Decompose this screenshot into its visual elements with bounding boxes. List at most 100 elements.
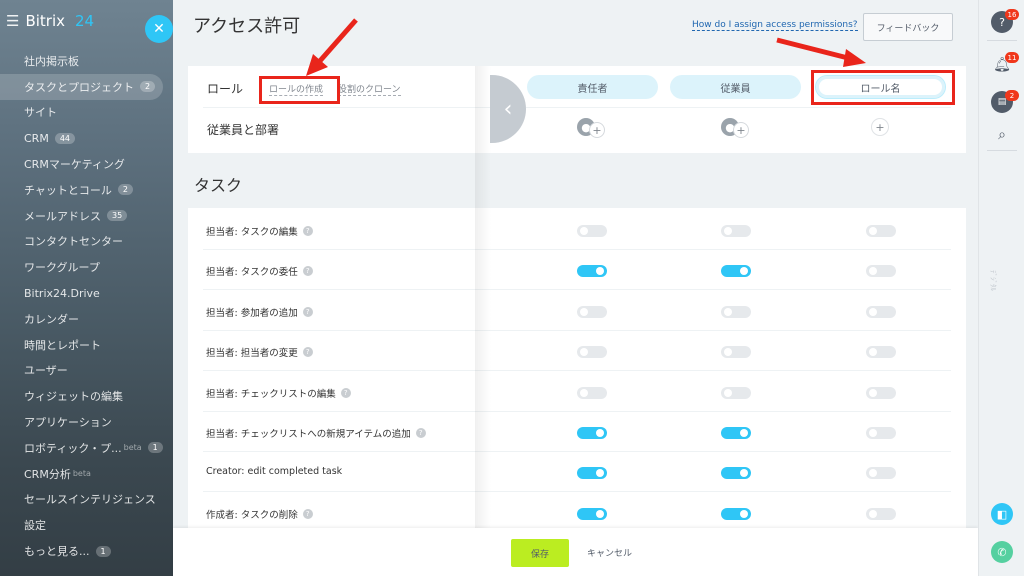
permission-toggle[interactable]	[721, 427, 751, 439]
role-column-header[interactable]: 従業員	[670, 75, 801, 99]
help-hint-icon[interactable]: ?	[415, 428, 426, 438]
sidebar-item[interactable]: ロボティック・プ... beta 1	[0, 435, 173, 461]
sidebar-item[interactable]: タスクとプロジェクト 2	[0, 73, 163, 100]
sidebar-item[interactable]: 時間とレポート	[0, 332, 173, 358]
add-member-button[interactable]: +	[871, 118, 889, 136]
sidebar-item-label: CRM分析	[24, 467, 71, 481]
help-hint-icon[interactable]: ?	[302, 226, 313, 236]
close-slider-button[interactable]: ✕	[145, 15, 173, 43]
toggle-knob	[596, 267, 604, 276]
help-hint-icon[interactable]: ?	[302, 266, 313, 277]
toggle-knob	[580, 227, 588, 235]
permission-toggle[interactable]	[721, 507, 751, 520]
add-member-button[interactable]: ● +	[577, 118, 607, 140]
permission-label: 担当者: チェックリストへの新規アイテムの追加?	[206, 426, 426, 440]
sidebar-item-label: セールスインテリジェンス	[24, 493, 156, 507]
toggle-knob	[740, 267, 748, 276]
permission-toggle[interactable]	[721, 346, 751, 359]
permission-toggle[interactable]	[866, 467, 896, 480]
permission-toggle[interactable]	[577, 427, 607, 439]
sidebar-item-label: コンタクトセンター	[24, 235, 123, 249]
permission-row: 担当者: タスクの委任?	[203, 250, 951, 291]
sidebar-item[interactable]: メールアドレス 35	[0, 203, 173, 229]
footer-bar: 保存 キャンセル	[173, 528, 978, 576]
employees-departments-label: 従業員と部署	[207, 123, 280, 137]
help-hint-icon[interactable]: ?	[340, 387, 351, 398]
cancel-button[interactable]: キャンセル	[587, 546, 632, 559]
toggle-knob	[596, 429, 604, 437]
permission-toggle[interactable]	[721, 386, 751, 399]
sidebar-item[interactable]: Bitrix24.Drive	[0, 280, 173, 306]
divider	[987, 40, 1017, 41]
permission-label-text: Creator: edit completed task	[206, 466, 343, 478]
brand-logo[interactable]: ☰ Bitrix 24	[6, 12, 94, 30]
help-hint-icon[interactable]: ?	[302, 347, 313, 358]
sidebar-item[interactable]: コンタクトセンター	[0, 229, 173, 255]
sidebar-item[interactable]: ユーザー	[0, 358, 173, 384]
sidebar-item[interactable]: CRM 44	[0, 125, 173, 151]
sidebar-item-label: 設定	[24, 519, 46, 533]
phone-icon[interactable]: ✆	[991, 541, 1013, 563]
plus-icon: +	[875, 120, 885, 134]
annotation-highlight	[259, 76, 340, 104]
clone-role-link[interactable]: 役割のクローン	[338, 82, 401, 96]
beta-label: beta	[72, 469, 91, 479]
sidebar-item[interactable]: チャットとコール 2	[0, 177, 173, 203]
sidebar-item[interactable]: もっと見る... 1	[0, 538, 173, 564]
permission-label-text: 担当者: 担当者の変更	[206, 348, 298, 360]
permission-row: 担当者: 参加者の追加?	[203, 291, 951, 331]
sidebar-item[interactable]: 設定	[0, 512, 173, 538]
permission-toggle[interactable]	[866, 225, 896, 237]
permission-toggle[interactable]	[577, 386, 607, 399]
sidebar-item[interactable]: CRM分析 beta	[0, 461, 173, 487]
toggle-knob	[869, 267, 877, 276]
permission-toggle[interactable]	[577, 507, 607, 520]
save-button[interactable]: 保存	[511, 539, 569, 567]
permission-toggle[interactable]	[866, 386, 896, 399]
open-lines-icon[interactable]: ◧	[991, 503, 1013, 525]
search-icon[interactable]: ⌕	[991, 124, 1013, 146]
section-title: タスク	[194, 176, 243, 195]
sidebar-item[interactable]: ワークグループ	[0, 254, 173, 280]
add-member-button[interactable]: ● +	[721, 118, 751, 140]
plus-icon: +	[589, 122, 605, 138]
toggle-knob	[869, 227, 877, 235]
permission-toggle[interactable]	[866, 507, 896, 520]
permission-toggle[interactable]	[577, 346, 607, 359]
sidebar-item[interactable]: 社内掲示板	[0, 48, 173, 74]
sidebar-item[interactable]: サイト	[0, 100, 173, 126]
sidebar-item[interactable]: CRMマーケティング	[0, 151, 173, 177]
permission-toggle[interactable]	[721, 305, 751, 318]
permission-label-text: 担当者: タスクの委任	[206, 267, 298, 279]
sidebar-item[interactable]: カレンダー	[0, 306, 173, 332]
help-hint-icon[interactable]: ?	[302, 508, 313, 519]
right-toolbar: ? 16 🔔︎ 11 ▤ 2 ⌕ ◧ ✆	[978, 0, 1024, 576]
permission-toggle[interactable]	[866, 265, 896, 278]
toggle-knob	[596, 469, 604, 478]
permission-toggle[interactable]	[577, 225, 607, 237]
permission-label-text: 作成者: タスクの削除	[206, 509, 298, 521]
permissions-table: 担当者: タスクの編集? 担当者: タスクの委任? 担当者: 参加者の追加? 担当者:…	[188, 208, 966, 528]
brand-name: Bitrix	[25, 12, 66, 30]
permission-toggle[interactable]	[577, 467, 607, 480]
help-link[interactable]: How do I assign access permissions?	[692, 20, 858, 31]
sidebar-item[interactable]: セールスインテリジェンス	[0, 487, 173, 513]
permission-row: 担当者: タスクの編集?	[203, 210, 951, 250]
hamburger-menu-icon[interactable]: ☰	[6, 12, 19, 30]
permission-toggle[interactable]	[721, 225, 751, 237]
permission-toggle[interactable]	[721, 467, 751, 480]
permission-toggle[interactable]	[577, 305, 607, 318]
permission-toggle[interactable]	[577, 265, 607, 278]
permission-toggle[interactable]	[866, 346, 896, 359]
sidebar-item-label: CRM	[24, 131, 49, 145]
sidebar-item-label: 時間とレポート	[24, 338, 101, 352]
feedback-button[interactable]: フィードバック	[863, 13, 953, 41]
sidebar-item[interactable]: ウィジェットの編集	[0, 383, 173, 409]
sidebar-item-counter: 35	[107, 210, 128, 222]
sidebar-item[interactable]: アプリケーション	[0, 409, 173, 435]
help-hint-icon[interactable]: ?	[302, 306, 313, 317]
permission-toggle[interactable]	[721, 265, 751, 278]
role-column-header[interactable]: 責任者	[527, 75, 658, 99]
permission-toggle[interactable]	[866, 427, 896, 439]
permission-toggle[interactable]	[866, 305, 896, 318]
